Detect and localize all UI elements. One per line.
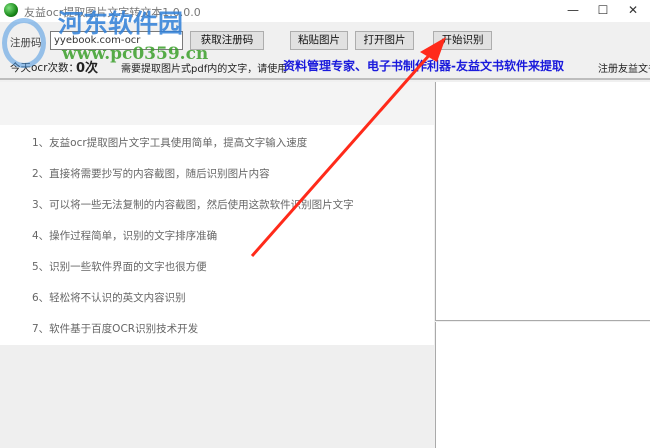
feature-item: 7、软件基于百度OCR识别技术开发 (32, 323, 199, 335)
feature-item: 1、友益ocr提取图片文字工具使用简单，提高文字输入速度 (32, 137, 308, 149)
feature-item: 5、识别一些软件界面的文字也很方便 (32, 261, 207, 273)
promo-link[interactable]: 资料管理专家、电子书制作利器-友益文书软件来提取 (283, 57, 564, 74)
feature-item: 4、操作过程简单，识别的文字排序准确 (32, 230, 218, 242)
register-link[interactable]: 注册友益文书 (598, 60, 650, 75)
maximize-button[interactable]: ☐ (588, 0, 618, 22)
app-icon (4, 3, 18, 17)
close-button[interactable]: ✕ (618, 0, 648, 22)
result-textbox[interactable] (435, 82, 650, 321)
minimize-button[interactable]: — (558, 0, 588, 22)
open-image-button[interactable]: 打开图片 (355, 31, 414, 50)
secondary-textbox[interactable] (435, 322, 650, 448)
watermark-url: www.pc0359.cn (62, 44, 209, 64)
start-ocr-button[interactable]: 开始识别 (433, 31, 492, 50)
feature-item: 6、轻松将不认识的英文内容识别 (32, 292, 186, 304)
reg-code-label: 注册码 (10, 37, 42, 49)
watermark-name: 河东软件园 (58, 9, 184, 38)
paste-image-button[interactable]: 粘贴图片 (290, 31, 348, 50)
feature-item: 2、直接将需要抄写的内容截图，随后识别图片内容 (32, 168, 270, 180)
feature-header-band (0, 82, 434, 125)
feature-item: 3、可以将一些无法复制的内容截图，然后使用这款软件识别图片文字 (32, 199, 354, 211)
